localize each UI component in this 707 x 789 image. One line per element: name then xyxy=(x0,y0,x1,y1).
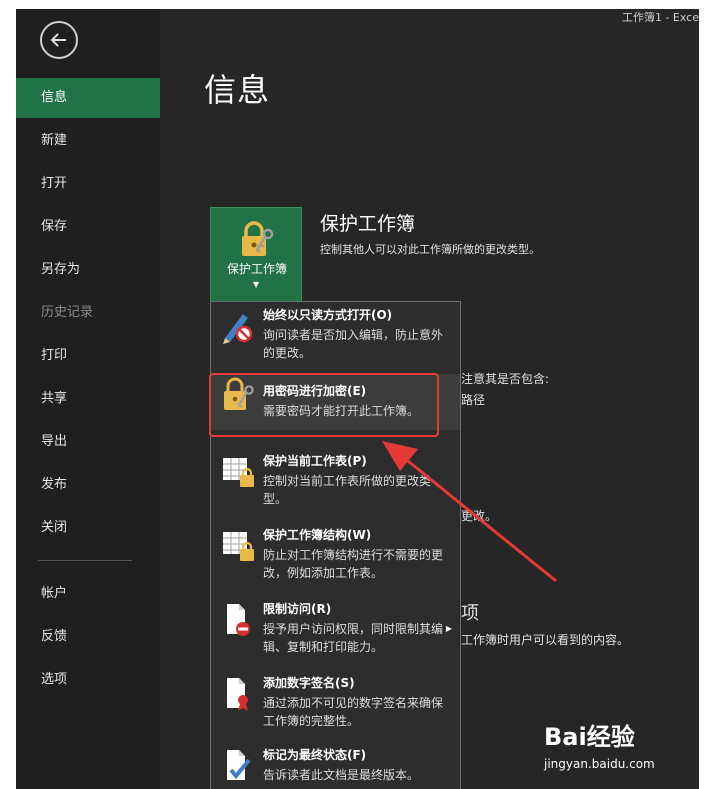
nav-print[interactable]: 打印 xyxy=(16,336,160,376)
browser-view-desc: 工作簿时用户可以看到的内容。 xyxy=(461,633,630,647)
menu-item-title: 限制访问(R) xyxy=(263,602,332,616)
menu-item-title: 标记为最终状态(F) xyxy=(263,748,367,762)
nav-share[interactable]: 共享 xyxy=(16,379,160,419)
protect-heading: 保护工作簿 xyxy=(320,213,416,235)
menu-item-title: 始终以只读方式打开(O) xyxy=(263,308,393,322)
sheet-lock-icon xyxy=(223,458,254,487)
signature-icon xyxy=(227,678,248,711)
backstage-sidebar: 信息 新建 打开 保存 另存为 历史记录 打印 共享 导出 发布 关闭 帐户 反… xyxy=(16,9,160,789)
highlight-box xyxy=(209,373,439,437)
watermark-url: jingyan.baidu.com xyxy=(544,757,655,771)
nav-save-as[interactable]: 另存为 xyxy=(16,250,160,290)
protect-workbook-button[interactable]: 保护工作簿 ▼ xyxy=(210,207,302,302)
nav-export[interactable]: 导出 xyxy=(16,422,160,462)
menu-item-desc: 授予用户访问权限，同时限制其编辑、复制和打印能力。 xyxy=(263,622,444,654)
menu-item-title: 保护当前工作表(P) xyxy=(263,454,367,468)
menu-item-title: 保护工作簿结构(W) xyxy=(263,528,372,542)
nav-feedback[interactable]: 反馈 xyxy=(16,617,160,657)
submenu-arrow-icon: ▶ xyxy=(445,624,452,633)
menu-item-read-only[interactable]: 始终以只读方式打开(O) 询问读者是否加入编辑，防止意外的更改。 xyxy=(211,306,460,368)
menu-item-protect-structure[interactable]: 保护工作簿结构(W) 防止对工作簿结构进行不需要的更改，例如添加工作表。 xyxy=(211,526,460,590)
window-title: 工作簿1 - Exce xyxy=(621,11,699,24)
watermark-brand: Bai经验 xyxy=(544,723,635,751)
nav-save[interactable]: 保存 xyxy=(16,207,160,247)
inspect-text-1: 注意其是否包含: xyxy=(461,372,550,386)
menu-item-desc: 防止对工作簿结构进行不需要的更改，例如添加工作表。 xyxy=(263,548,444,580)
workbook-lock-icon xyxy=(223,532,254,561)
protect-description: 控制其他人可以对此工作簿所做的更改类型。 xyxy=(320,243,540,256)
nav-info[interactable]: 信息 xyxy=(16,78,160,118)
menu-item-protect-sheet[interactable]: 保护当前工作表(P) 控制对当前工作表所做的更改类型。 xyxy=(211,452,460,516)
menu-item-desc: 控制对当前工作表所做的更改类型。 xyxy=(263,474,432,506)
arrow-left-icon xyxy=(50,33,66,47)
dropdown-arrow-icon: ▼ xyxy=(253,280,260,289)
nav-publish[interactable]: 发布 xyxy=(16,465,160,505)
menu-item-title: 添加数字签名(S) xyxy=(263,676,355,690)
mark-final-icon xyxy=(227,750,251,780)
menu-item-desc: 询问读者是否加入编辑，防止意外的更改。 xyxy=(263,328,444,360)
inspect-text-2: 路径 xyxy=(461,393,486,407)
menu-item-desc: 通过添加不可见的数字签名来确保工作簿的完整性。 xyxy=(263,696,444,728)
nav-history: 历史记录 xyxy=(41,305,94,320)
back-button[interactable] xyxy=(40,21,78,59)
nav-close[interactable]: 关闭 xyxy=(16,508,160,548)
nav-open[interactable]: 打开 xyxy=(16,164,160,204)
nav-options[interactable]: 选项 xyxy=(16,660,160,700)
restrict-access-icon xyxy=(227,604,250,636)
browser-view-title: 项 xyxy=(461,603,479,624)
lock-key-icon xyxy=(242,221,274,256)
page-title: 信息 xyxy=(204,71,271,109)
menu-item-restrict-access[interactable]: 限制访问(R) 授予用户访问权限，同时限制其编辑、复制和打印能力。 ▶ xyxy=(211,600,460,664)
nav-account[interactable]: 帐户 xyxy=(16,574,160,614)
menu-item-desc: 告诉读者此文档是最终版本。 xyxy=(263,768,420,782)
menu-item-mark-final[interactable]: 标记为最终状态(F) 告诉读者此文档是最终版本。 xyxy=(211,746,460,789)
pencil-no-icon xyxy=(223,314,253,344)
nav-new[interactable]: 新建 xyxy=(16,121,160,161)
protect-workbook-label: 保护工作簿 xyxy=(226,262,287,276)
menu-item-digital-signature[interactable]: 添加数字签名(S) 通过添加不可见的数字签名来确保工作簿的完整性。 xyxy=(211,674,460,736)
nav-divider xyxy=(38,560,132,561)
excel-backstage: 信息 新建 打开 保存 另存为 历史记录 打印 共享 导出 发布 关闭 帐户 反… xyxy=(16,9,699,789)
versions-text: 更改。 xyxy=(461,509,498,523)
